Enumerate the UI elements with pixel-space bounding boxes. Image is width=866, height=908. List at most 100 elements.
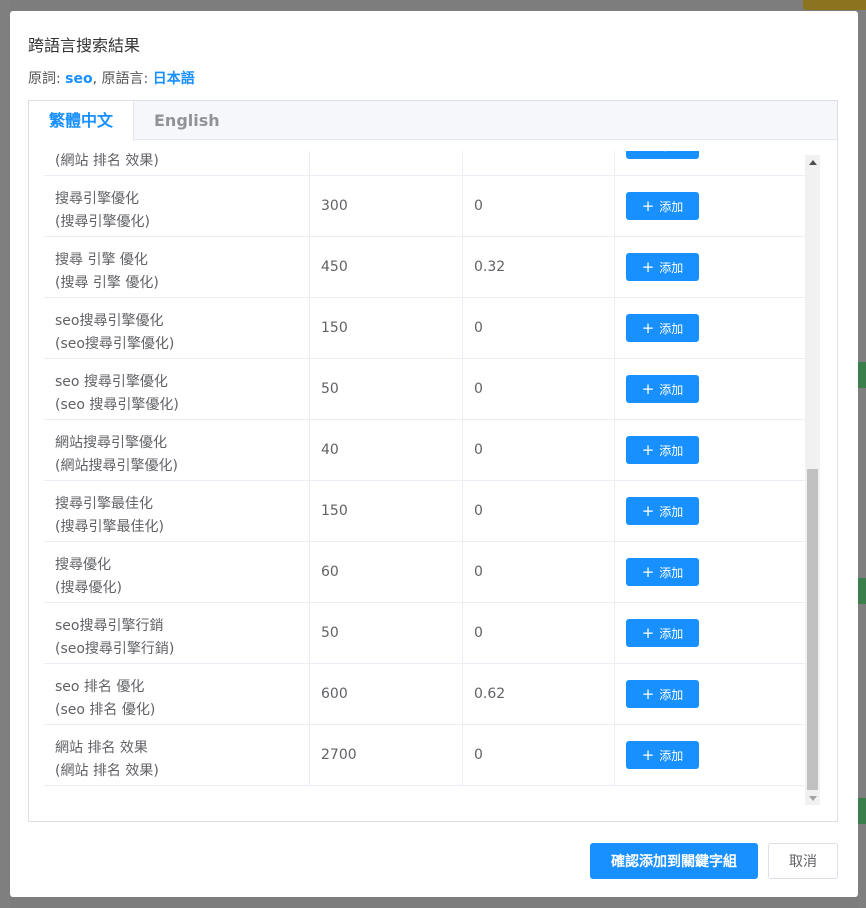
add-keyword-button[interactable]: + 添加 — [626, 558, 699, 586]
table-row: seo 排名 優化 (seo 排名 優化) 600 0.62 + 添加 — [44, 664, 806, 725]
add-keyword-button[interactable]: + 添加 — [626, 375, 699, 403]
add-button-label: 添加 — [659, 687, 684, 702]
background-right-edge — [858, 0, 866, 908]
keyword-term: 搜尋 引擎 優化 — [55, 252, 148, 268]
original-word-label: 原詞: — [28, 71, 66, 87]
add-keyword-button[interactable]: + 添加 — [626, 741, 699, 769]
add-button-label: 添加 — [659, 565, 684, 580]
keyword-original: (seo搜尋引擎優化) — [55, 336, 175, 352]
search-volume-cell: 50 — [310, 359, 463, 420]
scrollbar-thumb[interactable] — [807, 469, 818, 790]
keyword-term: 搜尋優化 — [55, 557, 111, 573]
plus-icon: + — [641, 623, 655, 642]
confirm-add-to-keyword-group-button[interactable]: 確認添加到關鍵字組 — [590, 843, 758, 879]
search-volume-cell: 450 — [310, 237, 463, 298]
cross-language-results-dialog: 跨語言搜索結果 原詞: seo, 原語言: 日本語 繁體中文 English 網… — [10, 11, 858, 897]
keyword-cell: 搜尋引擎最佳化 (搜尋引擎最佳化) — [44, 481, 310, 542]
table-row: 網站 排名 效果 (網站 排名 效果) 27000 + 添加 — [44, 725, 806, 786]
search-volume-cell: 300 — [310, 176, 463, 237]
value-cell: 0 — [463, 725, 615, 786]
add-button-label: 添加 — [659, 321, 684, 336]
table-row: 搜尋 引擎 優化 (搜尋 引擎 優化) 450 0.32 + 添加 — [44, 237, 806, 298]
table-row: 搜尋引擎最佳化 (搜尋引擎最佳化) 150 0 + 添加 — [44, 481, 806, 542]
keyword-original: (seo搜尋引擎行銷) — [55, 641, 175, 657]
scroll-down-arrow-icon[interactable] — [805, 791, 820, 805]
tab-traditional-chinese[interactable]: 繁體中文 — [29, 101, 135, 141]
background-green-button — [858, 578, 866, 604]
tab-english[interactable]: English — [134, 101, 240, 140]
keyword-original: (網站搜尋引擎優化) — [55, 458, 178, 474]
cancel-button[interactable]: 取消 — [768, 843, 838, 879]
action-cell: + 添加 — [615, 603, 806, 664]
value-cell: 0 — [463, 151, 615, 176]
keyword-term: 網站 排名 效果 — [55, 740, 148, 756]
table-row: 網站搜尋引擎優化 (網站搜尋引擎優化) 40 0 + 添加 — [44, 420, 806, 481]
action-cell: + 添加 — [615, 176, 806, 237]
background-left-edge — [0, 0, 10, 908]
add-button-label: 添加 — [659, 504, 684, 519]
add-button-label: 添加 — [659, 748, 684, 763]
keyword-cell: 搜尋引擎優化 (搜尋引擎優化) — [44, 176, 310, 237]
action-cell: + 添加 — [615, 151, 806, 176]
add-button-label: 添加 — [659, 199, 684, 214]
keyword-term: 搜尋引擎優化 — [55, 191, 139, 207]
scroll-up-arrow-icon[interactable] — [805, 155, 820, 169]
add-button-label: 添加 — [659, 260, 684, 275]
plus-icon: + — [641, 745, 655, 764]
search-volume-cell: 40 — [310, 420, 463, 481]
add-keyword-button[interactable]: + 添加 — [626, 253, 699, 281]
keyword-term: seo 搜尋引擎優化 — [55, 374, 168, 390]
action-cell: + 添加 — [615, 664, 806, 725]
value-cell: 0.62 — [463, 664, 615, 725]
add-keyword-button[interactable]: + 添加 — [626, 151, 699, 159]
plus-icon: + — [642, 151, 655, 153]
original-language: 日本語 — [152, 71, 195, 87]
action-cell: + 添加 — [615, 420, 806, 481]
add-keyword-button[interactable]: + 添加 — [626, 314, 699, 342]
search-volume-cell: 600 — [310, 664, 463, 725]
value-cell: 0 — [463, 481, 615, 542]
search-volume-cell: 2700 — [310, 725, 463, 786]
value-cell: 0.32 — [463, 237, 615, 298]
keyword-original: (搜尋 引擎 優化) — [55, 275, 159, 291]
keyword-term: seo搜尋引擎優化 — [55, 313, 164, 329]
keyword-cell: 網站 排名 效果(網站 排名 效果) — [44, 151, 310, 176]
add-button-label: 添加 — [659, 151, 683, 154]
plus-icon: + — [641, 257, 655, 276]
keyword-term: seo 排名 優化 — [55, 679, 145, 695]
keyword-original: (搜尋引擎優化) — [55, 214, 150, 230]
language-tabs: 繁體中文 English — [29, 101, 837, 141]
dialog-subtitle: 原詞: seo, 原語言: 日本語 — [28, 68, 195, 88]
table-row: 搜尋引擎優化 (搜尋引擎優化) 300 0 + 添加 — [44, 176, 806, 237]
value-cell: 0 — [463, 542, 615, 603]
plus-icon: + — [641, 562, 655, 581]
keyword-term: 搜尋引擎最佳化 — [55, 496, 153, 512]
search-volume-cell: 150 — [310, 481, 463, 542]
table-row: 搜尋優化 (搜尋優化) 60 0 + 添加 — [44, 542, 806, 603]
add-keyword-button[interactable]: + 添加 — [626, 192, 699, 220]
keyword-cell: 網站 排名 效果(網站 排名 效果) — [44, 725, 310, 786]
original-language-label: , 原語言: — [92, 71, 153, 87]
keyword-original: (seo 排名 優化) — [55, 702, 156, 718]
results-table: 網站 排名 效果(網站 排名 效果)27000+添加搜尋引擎優化(搜尋引擎優化)… — [44, 151, 806, 817]
value-cell: 0 — [463, 298, 615, 359]
add-keyword-button[interactable]: + 添加 — [626, 497, 699, 525]
table-scrollbar[interactable] — [805, 155, 820, 805]
table-row: seo搜尋引擎優化 (seo搜尋引擎優化) 150 0 + 添加 — [44, 298, 806, 359]
keyword-cell: seo搜尋引擎行銷 (seo搜尋引擎行銷) — [44, 603, 310, 664]
search-volume-cell: 50 — [310, 603, 463, 664]
keyword-cell: 搜尋優化 (搜尋優化) — [44, 542, 310, 603]
add-button-label: 添加 — [659, 443, 684, 458]
add-keyword-button[interactable]: + 添加 — [626, 680, 699, 708]
keyword-original: (搜尋優化) — [55, 580, 122, 596]
value-cell: 0 — [463, 359, 615, 420]
add-button-label: 添加 — [659, 626, 684, 641]
keyword-cell: seo 搜尋引擎優化 (seo 搜尋引擎優化) — [44, 359, 310, 420]
keyword-cell: seo搜尋引擎優化 (seo搜尋引擎優化) — [44, 298, 310, 359]
keyword-term: 網站搜尋引擎優化 — [55, 435, 167, 451]
add-keyword-button[interactable]: + 添加 — [626, 436, 699, 464]
search-volume-cell: 60 — [310, 542, 463, 603]
add-keyword-button[interactable]: + 添加 — [626, 619, 699, 647]
plus-icon: + — [641, 318, 655, 337]
keyword-term: seo搜尋引擎行銷 — [55, 618, 164, 634]
